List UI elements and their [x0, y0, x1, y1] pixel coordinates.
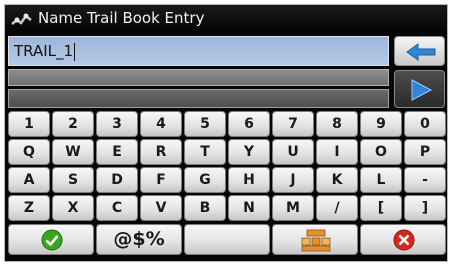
- window-title: Name Trail Book Entry: [38, 9, 205, 27]
- key[interactable]: X: [52, 195, 94, 221]
- key[interactable]: L: [360, 167, 402, 193]
- cancel-button[interactable]: [360, 224, 446, 255]
- key[interactable]: 6: [228, 111, 270, 137]
- key[interactable]: P: [404, 139, 446, 165]
- key[interactable]: 7: [272, 111, 314, 137]
- key[interactable]: D: [96, 167, 138, 193]
- title-bar: Name Trail Book Entry: [5, 5, 447, 32]
- key[interactable]: O: [360, 139, 402, 165]
- key[interactable]: I: [316, 139, 358, 165]
- ok-button[interactable]: [8, 224, 94, 255]
- key[interactable]: [: [360, 195, 402, 221]
- key[interactable]: -: [404, 167, 446, 193]
- key[interactable]: R: [140, 139, 182, 165]
- key[interactable]: A: [8, 167, 50, 193]
- space-key[interactable]: [184, 224, 270, 255]
- suggestion-row-2: [8, 89, 389, 108]
- key[interactable]: 4: [140, 111, 182, 137]
- app-window: Name Trail Book Entry TRAIL_1 1 2 3 4 5 …: [4, 4, 448, 262]
- key[interactable]: B: [184, 195, 226, 221]
- key[interactable]: K: [316, 167, 358, 193]
- text-caret: [74, 42, 76, 61]
- next-button[interactable]: [394, 70, 445, 108]
- key[interactable]: Q: [8, 139, 50, 165]
- key[interactable]: S: [52, 167, 94, 193]
- key[interactable]: 8: [316, 111, 358, 137]
- key[interactable]: J: [272, 167, 314, 193]
- key[interactable]: 5: [184, 111, 226, 137]
- route-logo-icon: [11, 10, 33, 27]
- key[interactable]: 9: [360, 111, 402, 137]
- key[interactable]: 1: [8, 111, 50, 137]
- key[interactable]: F: [140, 167, 182, 193]
- key[interactable]: H: [228, 167, 270, 193]
- name-input-value: TRAIL_1: [14, 42, 74, 60]
- key[interactable]: C: [96, 195, 138, 221]
- backspace-button[interactable]: [394, 36, 445, 66]
- key[interactable]: E: [96, 139, 138, 165]
- key[interactable]: U: [272, 139, 314, 165]
- key[interactable]: V: [140, 195, 182, 221]
- key[interactable]: ]: [404, 195, 446, 221]
- key[interactable]: W: [52, 139, 94, 165]
- key[interactable]: T: [184, 139, 226, 165]
- key[interactable]: Y: [228, 139, 270, 165]
- key[interactable]: G: [184, 167, 226, 193]
- key[interactable]: /: [316, 195, 358, 221]
- key[interactable]: Z: [8, 195, 50, 221]
- key[interactable]: N: [228, 195, 270, 221]
- suggestion-row: [8, 69, 389, 86]
- key[interactable]: 3: [96, 111, 138, 137]
- key[interactable]: 0: [404, 111, 446, 137]
- key[interactable]: 2: [52, 111, 94, 137]
- key[interactable]: M: [272, 195, 314, 221]
- keyboard-layout-button[interactable]: [272, 224, 358, 255]
- symbols-button[interactable]: @$%: [96, 224, 182, 255]
- name-input[interactable]: TRAIL_1: [8, 36, 389, 66]
